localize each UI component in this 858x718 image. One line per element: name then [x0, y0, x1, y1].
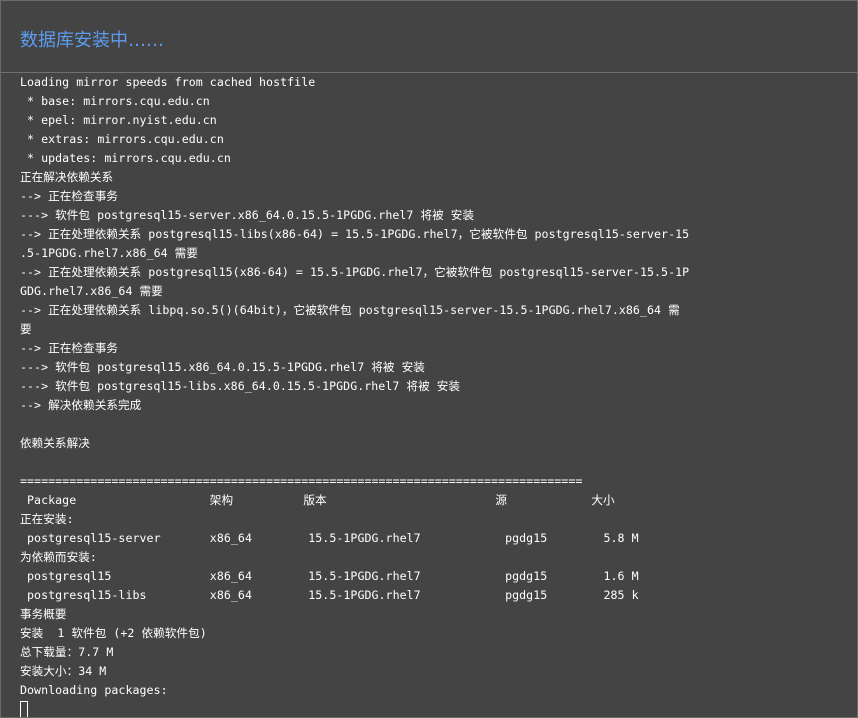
terminal-line: --> 正在检查事务: [20, 341, 118, 355]
terminal-line: postgresql15-server x86_64 15.5-1PGDG.rh…: [20, 531, 639, 545]
dialog-header: 数据库安装中……: [1, 1, 857, 73]
terminal-line: ---> 软件包 postgresql15.x86_64.0.15.5-1PGD…: [20, 360, 425, 374]
terminal-line: 依赖关系解决: [20, 436, 90, 450]
terminal-line: --> 解决依赖关系完成: [20, 398, 142, 412]
terminal-line: ---> 软件包 postgresql15-libs.x86_64.0.15.5…: [20, 379, 461, 393]
terminal-line: 事务概要: [20, 607, 67, 621]
terminal-line: GDG.rhel7.x86_64 需要: [20, 284, 163, 298]
terminal-line: ---> 软件包 postgresql15-server.x86_64.0.15…: [20, 208, 475, 222]
terminal-line: 安装大小：34 M: [20, 664, 107, 678]
terminal-line: * base: mirrors.cqu.edu.cn: [20, 94, 210, 108]
terminal-line: 正在安装:: [20, 512, 74, 526]
terminal-output: Loading mirror speeds from cached hostfi…: [20, 73, 850, 717]
terminal-cursor: [20, 701, 28, 717]
install-dialog: 数据库安装中…… Loading mirror speeds from cach…: [0, 0, 858, 718]
terminal-line: * updates: mirrors.cqu.edu.cn: [20, 151, 231, 165]
terminal-line: --> 正在处理依赖关系 libpq.so.5()(64bit)，它被软件包 p…: [20, 303, 680, 317]
terminal-line: 总下载量：7.7 M: [20, 645, 114, 659]
terminal-line: * extras: mirrors.cqu.edu.cn: [20, 132, 224, 146]
terminal-line: --> 正在检查事务: [20, 189, 118, 203]
terminal-line: * epel: mirror.nyist.edu.cn: [20, 113, 217, 127]
terminal-line: --> 正在处理依赖关系 postgresql15(x86-64) = 15.5…: [20, 265, 690, 279]
dialog-title: 数据库安装中……: [20, 30, 164, 51]
terminal-line: 为依赖而安装:: [20, 550, 97, 564]
terminal-line: Downloading packages:: [20, 683, 168, 697]
terminal-line: postgresql15 x86_64 15.5-1PGDG.rhel7 pgd…: [20, 569, 639, 583]
terminal-line: Loading mirror speeds from cached hostfi…: [20, 75, 316, 89]
terminal-line: postgresql15-libs x86_64 15.5-1PGDG.rhel…: [20, 588, 639, 602]
terminal-line: 正在解决依赖关系: [20, 170, 114, 184]
terminal-line: 安装 1 软件包 (+2 依赖软件包): [20, 626, 207, 640]
terminal-line: --> 正在处理依赖关系 postgresql15-libs(x86-64) =…: [20, 227, 690, 241]
terminal-line: .5-1PGDG.rhel7.x86_64 需要: [20, 246, 198, 260]
terminal-line: Package 架构 版本 源 大小: [20, 493, 615, 507]
terminal-line: ========================================…: [20, 474, 583, 488]
terminal-line: 要: [20, 322, 32, 336]
